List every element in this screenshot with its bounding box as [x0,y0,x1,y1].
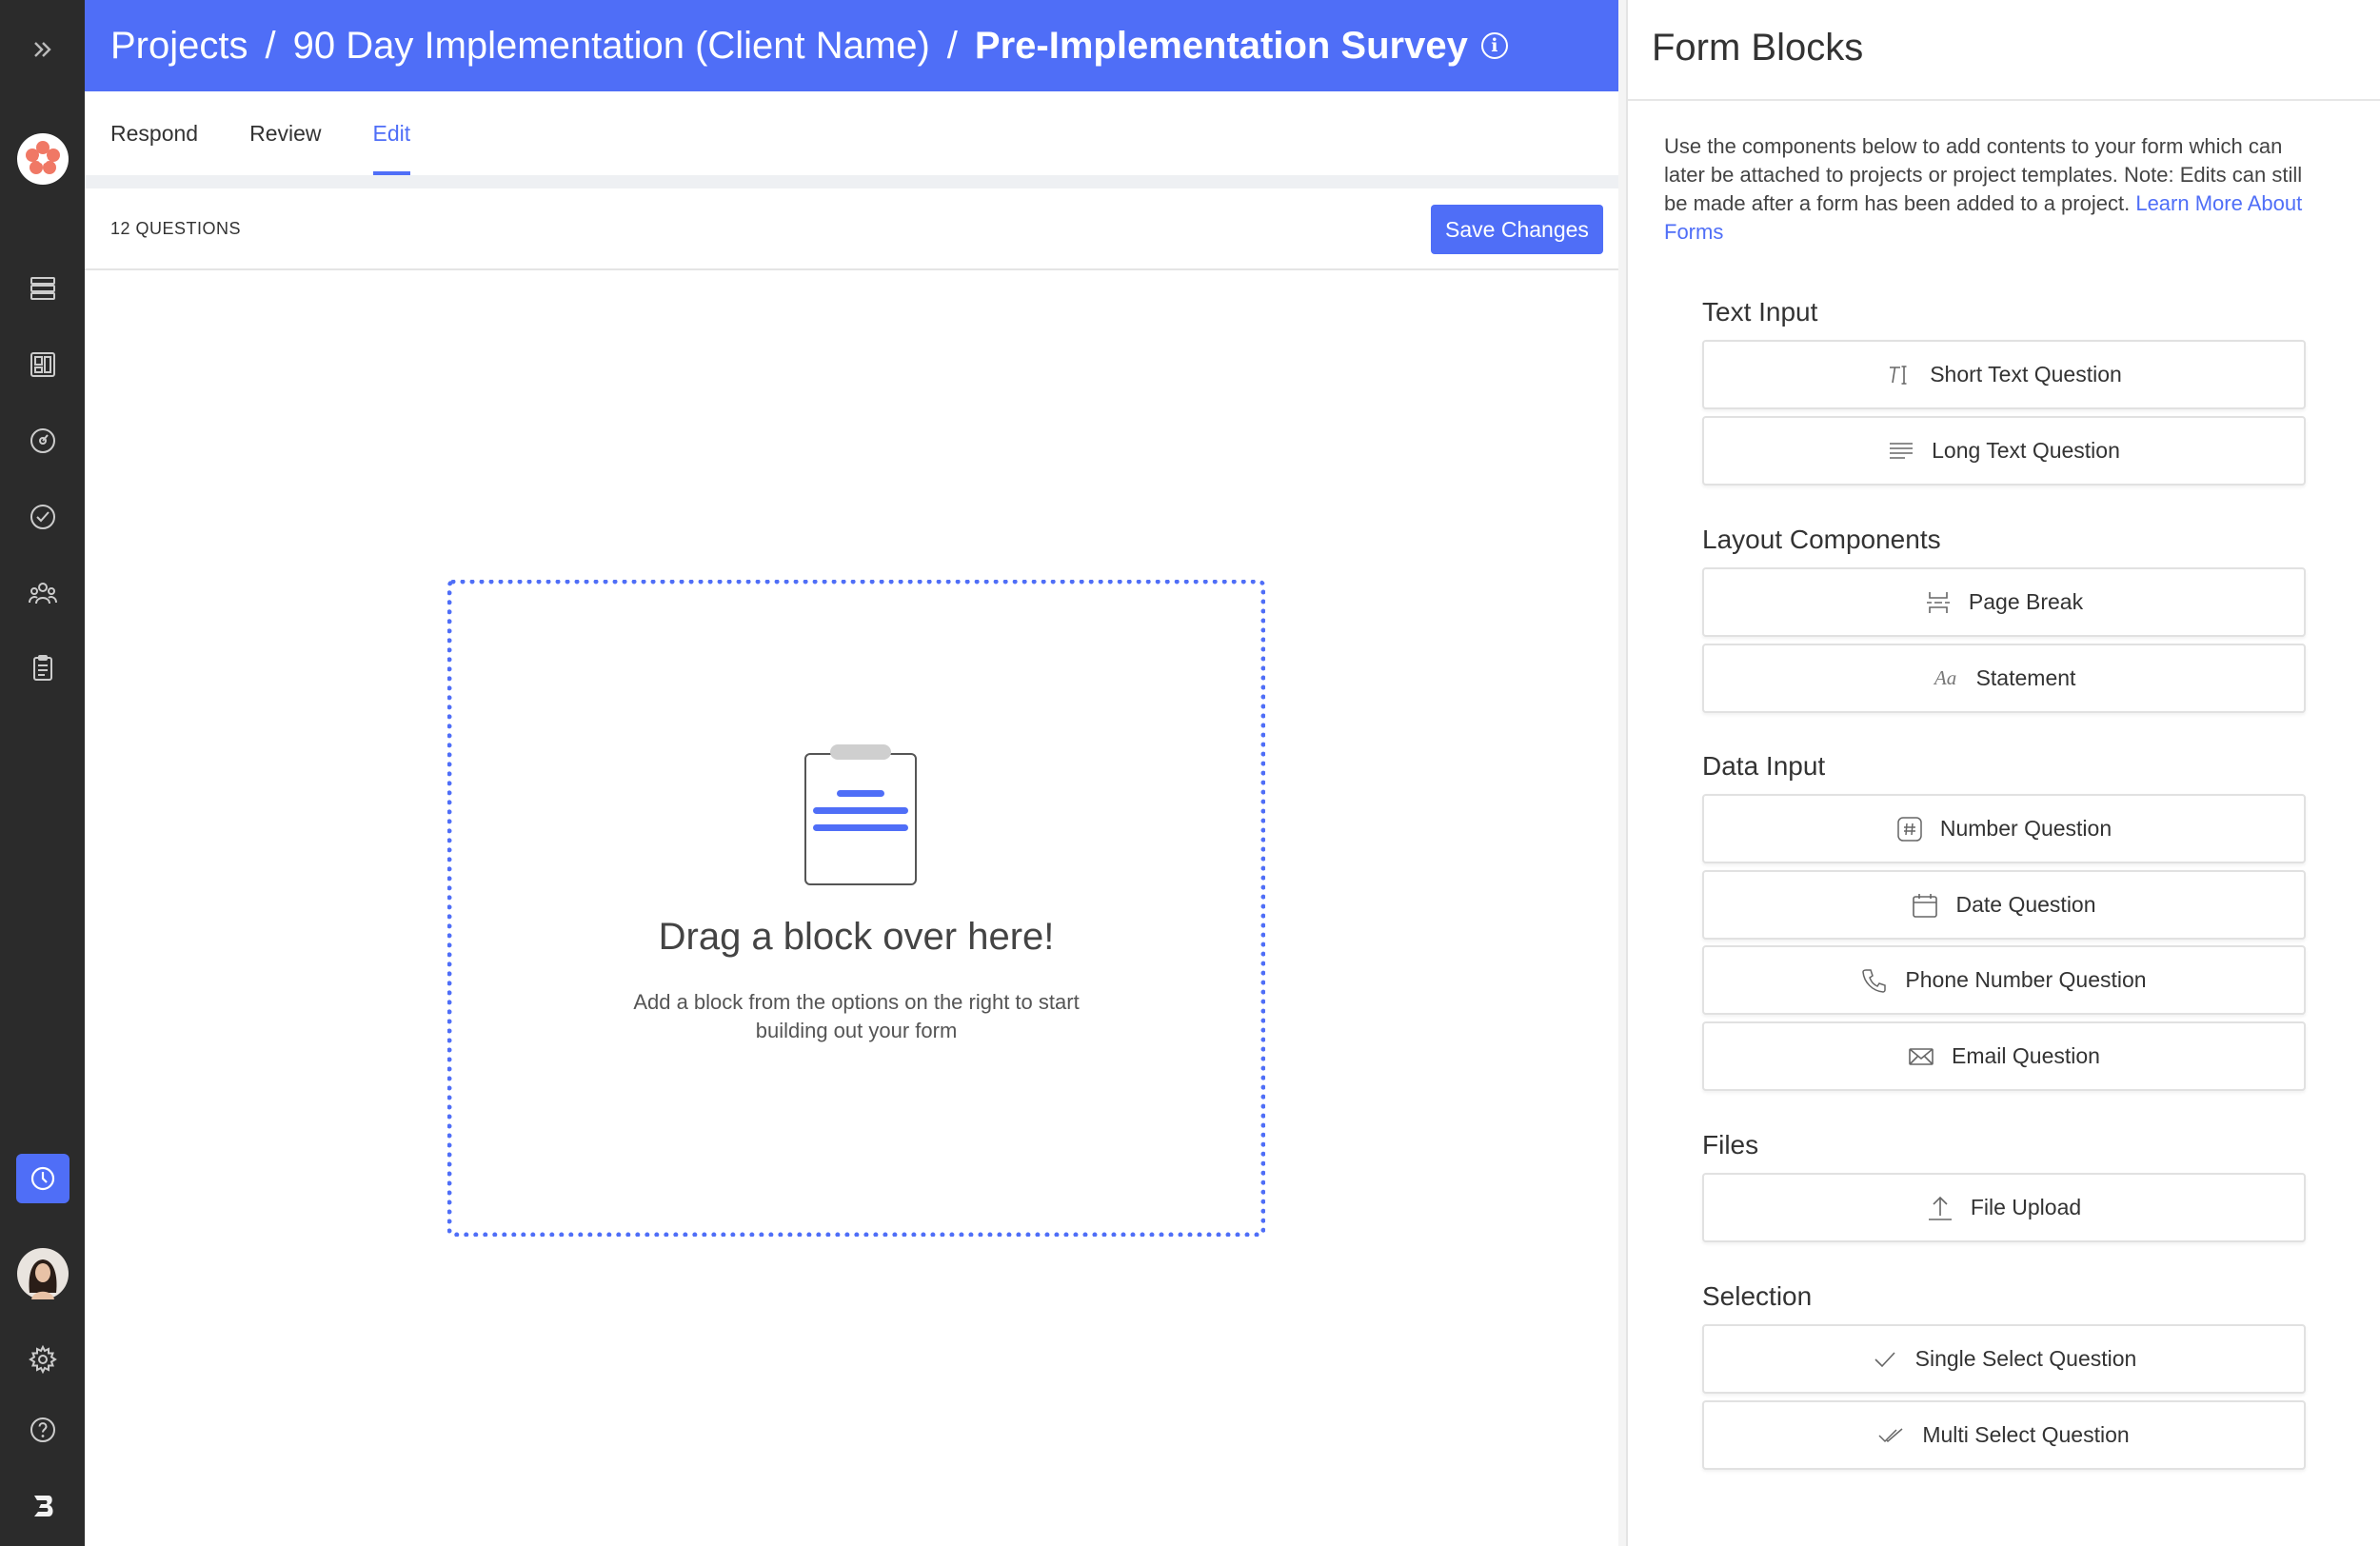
block-label: Page Break [1968,589,2084,614]
group-title-data-input: Data Input [1702,751,1826,781]
upload-icon [1927,1195,1954,1221]
left-nav-rail [0,0,85,1546]
expand-chevrons-icon[interactable] [0,21,85,78]
form-tabs: Respond Review Edit [85,91,1626,175]
font-aa-icon: Aa [1934,666,1957,689]
paragraph-lines-icon [1888,438,1914,465]
double-check-icon [1878,1422,1905,1449]
short-text-question-block[interactable]: Short Text Question [1702,340,2306,409]
calendar-icon [1912,892,1938,919]
check-icon [1872,1346,1898,1373]
divider [85,175,1626,188]
group-title-selection: Selection [1702,1281,1813,1311]
dropzone-title: Drag a block over here! [658,916,1055,958]
group-title-files: Files [1702,1130,1759,1160]
breadcrumb-separator: / [265,24,276,67]
breadcrumb: Projects / 90 Day Implementation (Client… [85,0,1626,91]
single-select-question-block[interactable]: Single Select Question [1702,1324,2306,1394]
gear-icon[interactable] [0,1331,85,1388]
block-label: Statement [1975,665,2076,690]
tab-review[interactable]: Review [249,91,321,175]
envelope-icon [1908,1043,1934,1070]
scrollbar[interactable] [1618,0,1626,1546]
group-title-layout-components: Layout Components [1702,525,1941,554]
file-upload-block[interactable]: File Upload [1702,1173,2306,1242]
check-circle-icon[interactable] [0,488,85,545]
clipboard-icon[interactable] [0,640,85,697]
clock-icon[interactable] [0,1150,85,1207]
bolt-logo[interactable] [0,1477,85,1535]
breadcrumb-projects-link[interactable]: Projects [110,25,248,68]
block-label: Email Question [1952,1043,2100,1068]
breadcrumb-project-link[interactable]: 90 Day Implementation (Client Name) [293,25,930,68]
breadcrumb-separator: / [946,24,958,67]
avatar[interactable] [0,1245,85,1302]
tab-edit[interactable]: Edit [372,91,410,175]
hash-icon [1896,816,1923,842]
panel-description: Use the components below to add contents… [1664,132,2321,247]
block-label: Phone Number Question [1905,967,2147,992]
block-label: Date Question [1955,892,2096,917]
form-blocks-panel: Form Blocks Use the components below to … [1626,0,2380,1546]
people-icon[interactable] [0,565,85,622]
board-icon[interactable] [0,336,85,393]
phone-number-question-block[interactable]: Phone Number Question [1702,945,2306,1015]
block-label: Multi Select Question [1922,1422,2130,1447]
dropzone-subtitle: Add a block from the options on the righ… [633,990,1080,1042]
statement-block[interactable]: Aa Statement [1702,644,2306,713]
panel-title: Form Blocks [1652,27,1864,69]
block-label: File Upload [1970,1195,2082,1219]
text-cursor-icon [1886,362,1913,388]
multi-select-question-block[interactable]: Multi Select Question [1702,1400,2306,1470]
number-question-block[interactable]: Number Question [1702,794,2306,863]
tab-respond[interactable]: Respond [110,91,198,175]
list-icon[interactable] [0,260,85,317]
group-title-text-input: Text Input [1702,297,1818,327]
form-dropzone[interactable]: Drag a block over here! Add a block from… [447,580,1265,1237]
page-break-block[interactable]: Page Break [1702,567,2306,637]
block-label: Single Select Question [1914,1346,2137,1371]
form-toolbar: 12 QUESTIONS Save Changes [85,188,1626,270]
email-question-block[interactable]: Email Question [1702,1021,2306,1091]
save-changes-button[interactable]: Save Changes [1431,205,1603,254]
block-label: Long Text Question [1932,438,2120,463]
question-count: 12 QUESTIONS [110,218,242,238]
clipboard-illustration-icon [803,744,918,887]
brand-flower-logo[interactable] [0,130,85,188]
page-break-icon [1925,589,1952,616]
long-text-question-block[interactable]: Long Text Question [1702,416,2306,486]
dashboard-icon[interactable] [0,412,85,469]
divider [1628,99,2380,101]
phone-icon [1861,967,1888,994]
info-icon[interactable]: i [1480,32,1508,59]
block-label: Number Question [1939,816,2112,841]
block-label: Short Text Question [1930,362,2122,386]
main-content: Projects / 90 Day Implementation (Client… [85,0,1626,1546]
help-icon[interactable] [0,1401,85,1458]
date-question-block[interactable]: Date Question [1702,870,2306,940]
page-title: Pre-Implementation Survey [974,24,1468,67]
